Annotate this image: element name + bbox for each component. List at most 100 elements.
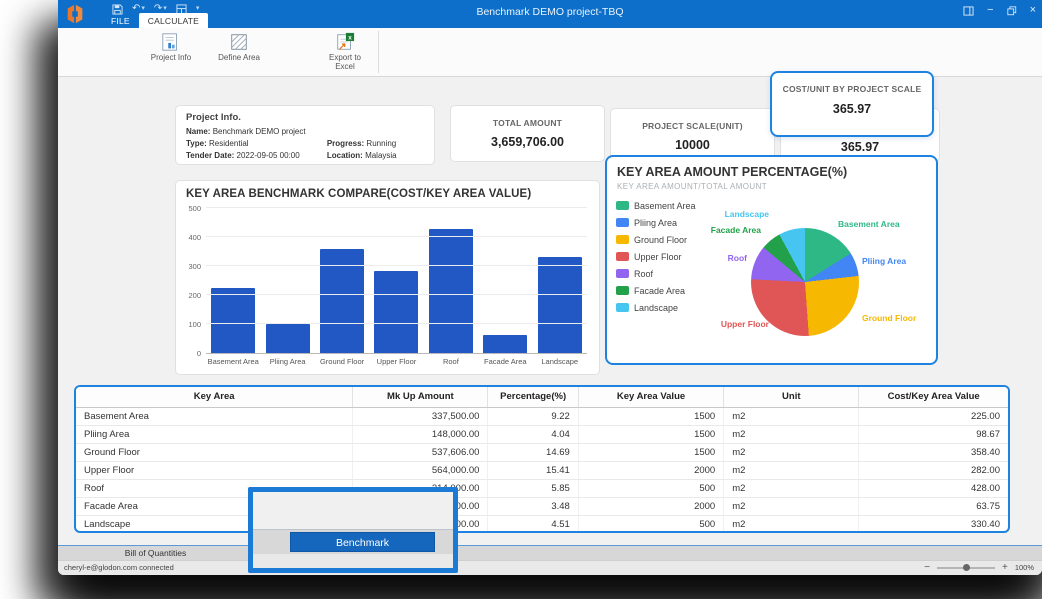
project-info-field: Type: Residential — [186, 139, 327, 148]
legend-item: Roof — [616, 265, 696, 282]
bar-chart-gridline — [206, 294, 587, 295]
bar-chart-y-tick: 400 — [188, 233, 201, 242]
legend-color-chip — [616, 252, 629, 261]
table-cell: 500 — [578, 515, 723, 533]
define-area-label: Define Area — [216, 53, 262, 62]
table-cell: m2 — [724, 425, 859, 443]
legend-color-chip — [616, 286, 629, 295]
bar-chart-title: KEY AREA BENCHMARK COMPARE(COST/KEY AREA… — [186, 188, 531, 200]
table-row[interactable]: Roof214,000.005.85500m2428.00 — [76, 479, 1008, 497]
zoom-out-icon[interactable]: − — [924, 562, 930, 573]
table-cell: 5.85 — [488, 479, 578, 497]
ribbon: Project Info Define Area x — [58, 28, 1042, 77]
bar-chart-x-axis: Basement AreaPliing AreaGround FloorUppe… — [206, 357, 587, 366]
table-row[interactable]: Landscape165,200.004.51500m2330.40 — [76, 515, 1008, 533]
project-info-button[interactable]: Project Info — [142, 30, 200, 62]
total-amount-value: 3,659,706.00 — [451, 135, 604, 149]
table-cell: 500 — [578, 479, 723, 497]
pie-legend: Basement AreaPliing AreaGround FloorUppe… — [616, 197, 696, 316]
legend-label: Facade Area — [634, 286, 685, 296]
export-to-excel-button[interactable]: x Export to Excel — [316, 30, 374, 71]
close-icon[interactable]: × — [1030, 5, 1036, 16]
bar — [211, 288, 255, 353]
project-scale-label: PROJECT SCALE(UNIT) — [611, 121, 774, 131]
legend-item: Ground Floor — [616, 231, 696, 248]
bar-column — [260, 324, 314, 353]
total-amount-card: TOTAL AMOUNT 3,659,706.00 — [450, 105, 605, 162]
project-info-field: Name: Benchmark DEMO project — [186, 127, 424, 136]
status-bar: cheryl-e@glodon.com connected − + 100% — [58, 560, 1042, 575]
bar-chart-x-tick: Landscape — [533, 357, 587, 366]
project-info-title: Project Info. — [186, 112, 424, 123]
pie-slice-label: Upper Floor — [699, 319, 769, 329]
table-cell: 63.75 — [859, 497, 1008, 515]
define-area-button[interactable]: Define Area — [210, 30, 268, 62]
sheet-tab-bar: Bill of QuantitiesBuild-up Unit Rates — [58, 545, 1042, 560]
legend-color-chip — [616, 303, 629, 312]
table-row[interactable]: Pliing Area148,000.004.041500m298.67 — [76, 425, 1008, 443]
bar-chart-x-tick: Basement Area — [206, 357, 260, 366]
benchmark-bar-chart-card: KEY AREA BENCHMARK COMPARE(COST/KEY AREA… — [175, 180, 600, 375]
table-cell: 4.51 — [488, 515, 578, 533]
bar-chart-x-tick: Pliing Area — [260, 357, 314, 366]
zoom-slider-thumb[interactable] — [963, 564, 970, 571]
bar-chart-y-tick: 0 — [197, 349, 201, 358]
table-column-header: Unit — [724, 387, 859, 407]
pie-chart-card: KEY AREA AMOUNT PERCENTAGE(%) KEY AREA A… — [605, 155, 938, 365]
bar-column — [478, 335, 532, 353]
restore-icon[interactable] — [1007, 6, 1017, 16]
pie-slice-label: Roof — [695, 253, 747, 263]
legend-label: Landscape — [634, 303, 678, 313]
minimize-icon[interactable]: − — [987, 5, 993, 16]
pie-slice-label: Pliing Area — [862, 256, 906, 266]
svg-text:x: x — [348, 34, 352, 41]
zoom-in-icon[interactable]: + — [1002, 562, 1008, 573]
table-cell: 9.22 — [488, 407, 578, 425]
table-header-row: Key AreaMk Up AmountPercentage(%)Key Are… — [76, 387, 1008, 407]
bar — [429, 229, 473, 353]
table-cell: m2 — [724, 515, 859, 533]
pie-slice-label: Landscape — [707, 209, 769, 219]
legend-color-chip — [616, 235, 629, 244]
zoom-level: 100% — [1015, 563, 1034, 572]
legend-color-chip — [616, 201, 629, 210]
table-cell: 3.48 — [488, 497, 578, 515]
bar — [483, 335, 527, 353]
benchmark-button[interactable]: Benchmark — [290, 532, 435, 552]
table-cell: 428.00 — [859, 479, 1008, 497]
table-row[interactable]: Upper Floor564,000.0015.412000m2282.00 — [76, 461, 1008, 479]
bar-chart-gridline — [206, 323, 587, 324]
bar-column — [533, 257, 587, 353]
table-cell: 537,606.00 — [353, 443, 488, 461]
bar-chart-plot — [206, 209, 587, 354]
pie-slice-label: Ground Floor — [862, 313, 916, 323]
table-cell: 358.40 — [859, 443, 1008, 461]
window-controls: − × — [963, 5, 1036, 16]
sheet-tab-bill-of-quantities[interactable]: Bill of Quantities — [58, 546, 254, 560]
bar-chart-gridline — [206, 265, 587, 266]
project-info-fields: Name: Benchmark DEMO project Type: Reside… — [186, 127, 424, 160]
table-cell: m2 — [724, 461, 859, 479]
legend-color-chip — [616, 269, 629, 278]
callout-value: 365.97 — [772, 102, 932, 116]
layout-panel-icon[interactable] — [963, 6, 974, 16]
table-cell: m2 — [724, 407, 859, 425]
table-cell: m2 — [724, 479, 859, 497]
title-bar: ↶▾ ↷▾ ▾ FILE CALCULATE Benchmark DEMO pr… — [58, 0, 1042, 28]
legend-label: Ground Floor — [634, 235, 687, 245]
bar-chart-gridline — [206, 236, 587, 237]
project-info-field: Location: Malaysia — [327, 151, 424, 160]
project-info-field: Tender Date: 2022-09-05 00:00 — [186, 151, 327, 160]
table-row[interactable]: Facade Area127,500.003.482000m263.75 — [76, 497, 1008, 515]
table-column-header: Key Area Value — [578, 387, 723, 407]
key-area-table-card: Key AreaMk Up AmountPercentage(%)Key Are… — [74, 385, 1010, 533]
bar-chart-gridline — [206, 207, 587, 208]
table-cell: Ground Floor — [76, 443, 353, 461]
zoom-slider[interactable] — [937, 567, 995, 569]
table-row[interactable]: Basement Area337,500.009.221500m2225.00 — [76, 407, 1008, 425]
table-row[interactable]: Ground Floor537,606.0014.691500m2358.40 — [76, 443, 1008, 461]
callout-label: COST/UNIT BY PROJECT SCALE — [772, 84, 932, 94]
bar — [538, 257, 582, 353]
bar-column — [369, 271, 423, 353]
legend-item: Facade Area — [616, 282, 696, 299]
